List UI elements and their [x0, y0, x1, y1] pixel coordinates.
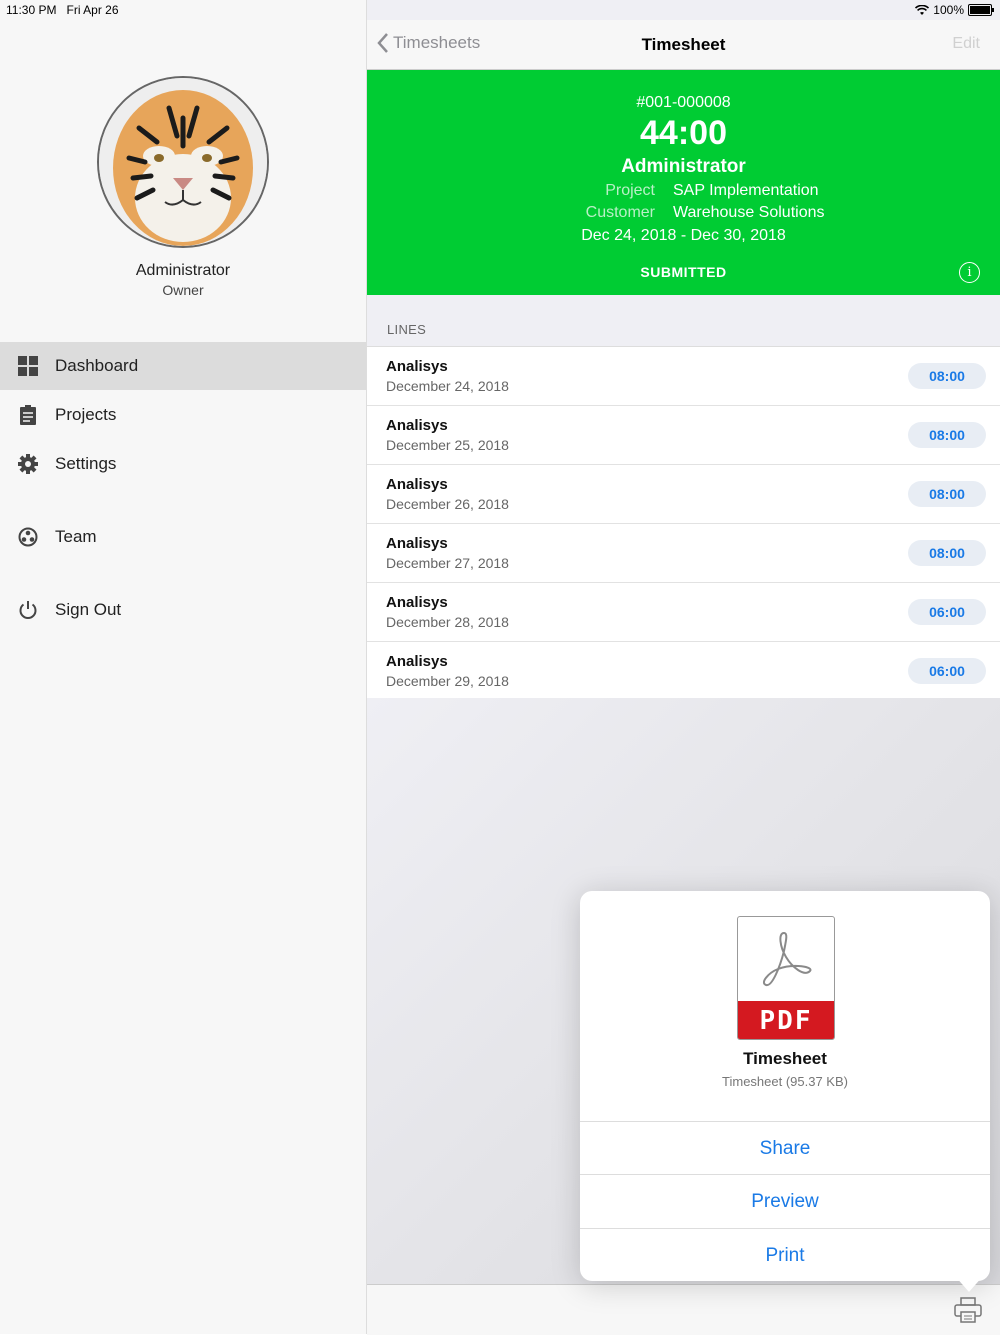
status-bar: 11:30 PM Fri Apr 26 100% [0, 0, 1000, 20]
printer-icon[interactable] [954, 1297, 982, 1323]
hours-pill[interactable]: 08:00 [908, 422, 986, 448]
share-button[interactable]: Share [580, 1121, 990, 1175]
clock-date: Fri Apr 26 [66, 3, 119, 17]
line-date: December 25, 2018 [386, 437, 509, 453]
line-task: Analisys [386, 653, 448, 670]
status-badge: SUBMITTED [640, 264, 727, 280]
lines-section-label: LINES [387, 322, 427, 337]
line-task: Analisys [386, 417, 448, 434]
power-icon [18, 600, 38, 620]
line-task: Analisys [386, 594, 448, 611]
edit-button[interactable]: Edit [952, 35, 980, 53]
list-item[interactable]: Analisys December 26, 2018 08:00 [367, 465, 1000, 524]
profile-role: Owner [162, 282, 204, 298]
clock-time: 11:30 PM [6, 3, 57, 17]
avatar[interactable] [97, 76, 269, 248]
timesheet-number: #001-000008 [636, 94, 731, 111]
sidebar-item-label: Dashboard [55, 356, 139, 375]
file-title: Timesheet [743, 1049, 827, 1068]
hours-pill[interactable]: 06:00 [908, 658, 986, 684]
list-item[interactable]: Analisys December 28, 2018 06:00 [367, 583, 1000, 642]
list-item[interactable]: Analisys December 24, 2018 08:00 [367, 347, 1000, 406]
sidebar-item-label: Team [55, 527, 97, 546]
info-icon[interactable]: i [959, 262, 980, 283]
line-date: December 27, 2018 [386, 555, 509, 571]
list-item[interactable]: Analisys December 29, 2018 06:00 [367, 642, 1000, 700]
date-range: Dec 24, 2018 - Dec 30, 2018 [581, 227, 786, 244]
lines-list: Analisys December 24, 2018 08:00 Analisy… [367, 346, 1000, 701]
share-popover: PDF Timesheet Timesheet (95.37 KB) Share… [580, 891, 990, 1281]
project-value: SAP Implementation [673, 182, 819, 199]
customer-value: Warehouse Solutions [673, 204, 825, 221]
line-task: Analisys [386, 476, 448, 493]
line-date: December 28, 2018 [386, 614, 509, 630]
customer-label: Customer [585, 204, 655, 221]
print-button[interactable]: Print [580, 1228, 990, 1281]
list-item[interactable]: Analisys December 25, 2018 08:00 [367, 406, 1000, 465]
page-title: Timesheet [641, 35, 726, 54]
hours-pill[interactable]: 08:00 [908, 363, 986, 389]
battery-percent: 100% [933, 3, 964, 17]
sidebar-item-label: Projects [55, 405, 117, 424]
profile-name: Administrator [135, 262, 231, 279]
tiger-avatar-image [99, 78, 267, 246]
project-label: Project [605, 182, 655, 199]
line-task: Analisys [386, 358, 448, 375]
hours-pill[interactable]: 06:00 [908, 599, 986, 625]
wifi-icon [915, 4, 930, 15]
navigation-bar: Timesheets Timesheet Edit [367, 20, 1000, 70]
timesheet-user: Administrator [621, 156, 746, 177]
dashboard-grid-icon [18, 356, 38, 376]
team-icon [18, 527, 38, 547]
preview-button[interactable]: Preview [580, 1174, 990, 1228]
battery-icon [968, 4, 994, 16]
acrobat-logo-icon [762, 931, 812, 987]
popover-arrow [955, 1276, 983, 1292]
sidebar: Administrator Owner Dashboard Projects S… [0, 0, 367, 1334]
timesheet-header: #001-000008 44:00 Administrator Project … [367, 70, 1000, 295]
line-date: December 29, 2018 [386, 673, 509, 689]
hours-pill[interactable]: 08:00 [908, 481, 986, 507]
pdf-badge: PDF [738, 1001, 834, 1039]
sidebar-item-label: Sign Out [55, 600, 122, 619]
gear-icon [18, 454, 38, 474]
bottom-toolbar [367, 1284, 1000, 1335]
sidebar-item-team[interactable]: Team [0, 513, 366, 561]
sidebar-item-dashboard[interactable]: Dashboard [0, 342, 366, 390]
file-subtitle: Timesheet (95.37 KB) [722, 1074, 848, 1089]
line-date: December 24, 2018 [386, 378, 509, 394]
sidebar-item-sign-out[interactable]: Sign Out [0, 586, 366, 634]
status-right: 100% [915, 3, 994, 17]
hours-pill[interactable]: 08:00 [908, 540, 986, 566]
list-item[interactable]: Analisys December 27, 2018 08:00 [367, 524, 1000, 583]
total-hours: 44:00 [640, 114, 727, 152]
sidebar-item-settings[interactable]: Settings [0, 440, 366, 488]
pdf-file-icon: PDF [737, 916, 835, 1040]
line-task: Analisys [386, 535, 448, 552]
sidebar-item-label: Settings [55, 454, 117, 473]
sidebar-item-projects[interactable]: Projects [0, 391, 366, 439]
line-date: December 26, 2018 [386, 496, 509, 512]
status-time: 11:30 PM Fri Apr 26 [6, 3, 119, 17]
clipboard-icon [18, 405, 38, 425]
